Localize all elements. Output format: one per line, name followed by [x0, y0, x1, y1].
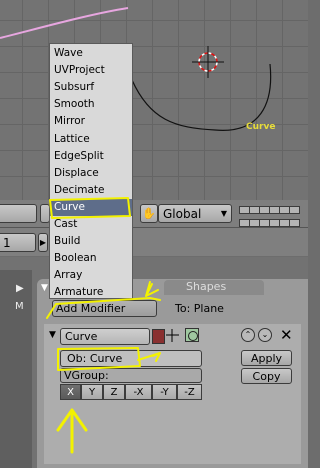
big-up-arrow [56, 408, 88, 454]
underline-add-modifier [46, 297, 161, 319]
highlight-ob-field [57, 347, 141, 371]
arrow-to-ob-field [137, 352, 161, 362]
highlight-curve-item [49, 197, 131, 219]
annotation-overlay [46, 197, 161, 454]
arrow-to-add-modifier [145, 281, 159, 297]
